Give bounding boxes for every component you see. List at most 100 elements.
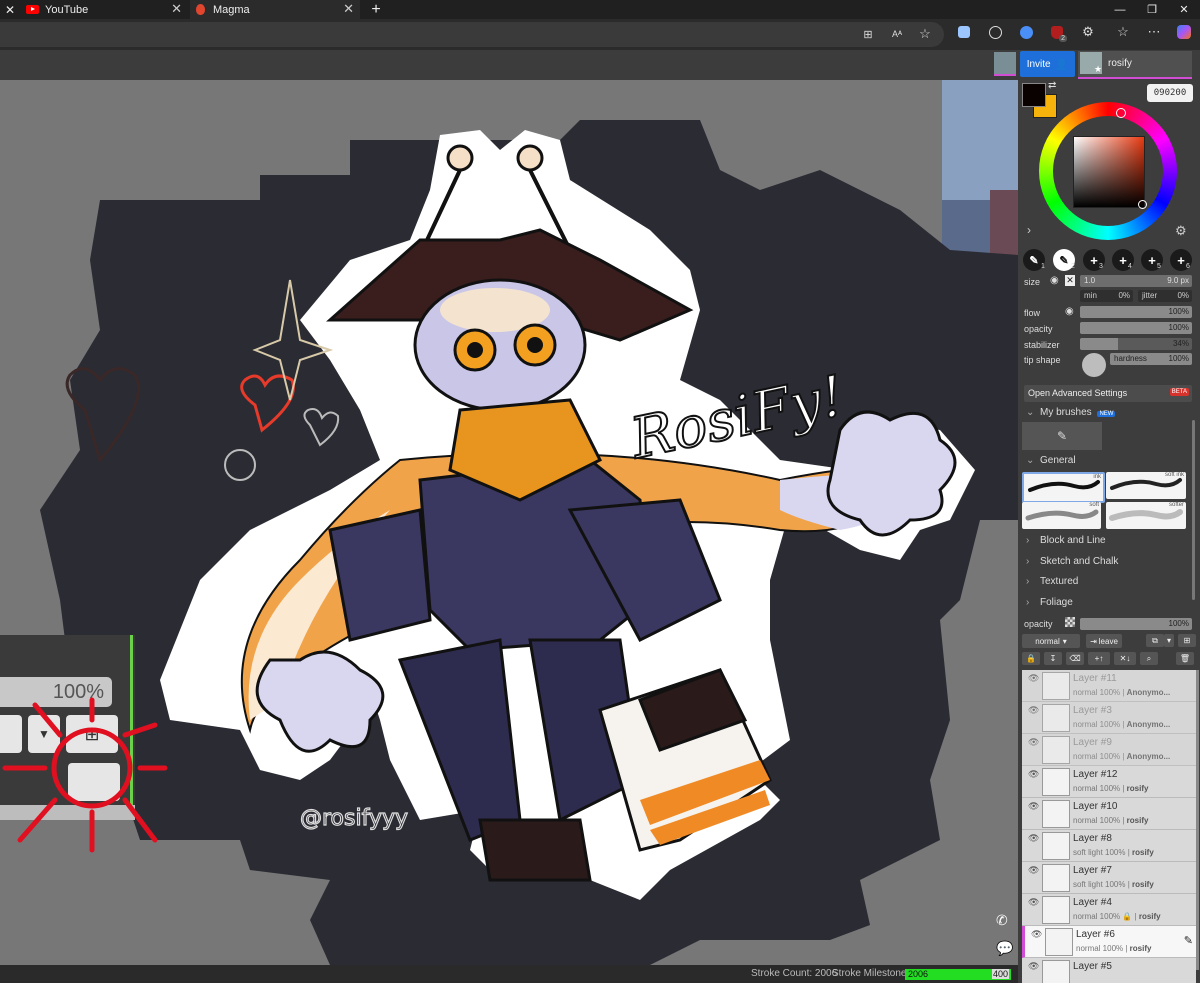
layer-toolbar: 🔒 ↧ ⌫ +↑ ✕↓ ⌕ 🗑 [1022,652,1194,666]
category-sketch-and-chalk[interactable]: › Sketch and Chalk [1026,556,1118,567]
size-toggle-icon[interactable]: ✕ [1065,275,1075,286]
layer-search-button[interactable]: ⌕ [1140,652,1158,665]
copilot-icon[interactable] [1174,22,1194,42]
visibility-eye-icon[interactable]: 👁 [1028,737,1039,748]
layer-row[interactable]: 👁 Layer #4 normal 100% 🔒 | rosify [1022,894,1196,926]
swap-colors-icon[interactable]: ⇄ [1048,80,1056,91]
layer-opacity-slider[interactable]: 100% [1080,618,1192,630]
duplicate-layer-button[interactable]: ⧉ [1146,634,1164,647]
tab-close-icon[interactable]: ✕ [343,1,354,17]
advanced-settings-button[interactable]: Open Advanced Settings BETA [1024,385,1192,402]
more-menu-icon[interactable]: ⋯ [1144,22,1164,42]
custom-brush-tile[interactable]: ✎ [1022,422,1102,450]
duplicate-menu-button[interactable]: ▾ [1164,634,1174,647]
visibility-eye-icon[interactable]: 👁 [1028,769,1039,780]
layer-row[interactable]: 👁 Layer #7 soft light 100% | rosify [1022,862,1196,894]
maximize-button[interactable]: ❐ [1140,0,1164,19]
sv-handle[interactable] [1138,200,1147,209]
favorite-star-icon[interactable]: ☆ [915,24,935,44]
brush-preset-soft-ink[interactable]: soft ink [1106,472,1186,499]
visibility-eye-icon[interactable]: 👁 [1028,801,1039,812]
new-tab-button[interactable]: + [366,0,386,19]
clear-layer-button[interactable]: ⌫ [1066,652,1084,665]
split-screen-icon[interactable]: ⊞ [858,24,878,44]
layer-row[interactable]: 👁 Layer #5 [1022,958,1196,983]
hardness-slider[interactable]: hardness 100% [1110,353,1192,365]
jitter-slider[interactable]: jitter 0% [1138,290,1192,302]
saturation-value-square[interactable] [1073,136,1145,208]
layer-row[interactable]: 👁 Layer #9 normal 100% | Anonymo... [1022,734,1196,766]
layer-meta: normal 100% | rosify [1076,944,1152,953]
extension-icon-ublock[interactable]: 2 [1047,22,1067,42]
brush-preset-soft[interactable]: soft [1022,502,1101,529]
layer-list-scrollbar[interactable] [1196,670,1199,970]
brush-preset-ink[interactable]: ink [1022,472,1105,503]
url-field[interactable]: ⊞ Aᴬ ☆ [0,22,944,47]
close-icon[interactable]: ✕ [5,3,15,17]
extension-icon-r[interactable] [954,22,974,42]
edit-layer-pencil-icon[interactable]: ✎ [1184,934,1193,947]
hex-input[interactable]: 090200 [1147,84,1193,102]
move-down-button[interactable]: ✕↓ [1114,652,1136,665]
layer-row[interactable]: 👁 Layer #10 normal 100% | rosify [1022,798,1196,830]
layer-row[interactable]: 👁 Layer #8 soft light 100% | rosify [1022,830,1196,862]
tab-close-partial[interactable]: ✕ [0,0,20,19]
brush-library-scrollbar[interactable] [1192,420,1195,600]
visibility-eye-icon[interactable]: 👁 [1028,961,1039,972]
layer-row[interactable]: 👁 Layer #6 normal 100% | rosify ✎ [1022,926,1196,958]
invite-button[interactable]: Invite 👤 [1020,51,1075,77]
visibility-eye-icon[interactable]: 👁 [1028,833,1039,844]
extension-icon-blue[interactable] [1016,22,1036,42]
viewer-avatar[interactable] [994,52,1016,76]
tab-magma[interactable]: Magma ✕ [190,0,360,19]
pressure-icon[interactable]: ◉ [1050,275,1059,286]
user-badge[interactable]: ★ rosify [1078,51,1192,79]
lock-layer-button[interactable]: 🔒 [1022,652,1040,665]
layer-row[interactable]: 👁 Layer #12 normal 100% | rosify [1022,766,1196,798]
visibility-eye-icon[interactable]: 👁 [1028,673,1039,684]
expand-palette-icon[interactable]: › [1027,223,1031,237]
leave-button[interactable]: ⇥ leave [1086,634,1122,648]
tab-youtube[interactable]: YouTube ✕ [22,0,188,19]
category-textured[interactable]: › Textured [1026,576,1078,587]
beta-badge: BETA [1169,388,1189,396]
move-up-button[interactable]: +↑ [1088,652,1110,665]
category-foliage[interactable]: › Foliage [1026,597,1073,608]
add-layer-button[interactable]: ⊞ [1178,634,1196,647]
delete-layer-button[interactable]: 🗑 [1176,652,1194,665]
category-block-and-line[interactable]: › Block and Line [1026,535,1106,546]
layer-row[interactable]: 👁 Layer #3 normal 100% | Anonymo... [1022,702,1196,734]
favorites-icon[interactable]: ☆ [1113,22,1133,42]
brush-preset-softer[interactable]: softer [1106,502,1186,529]
tip-shape-preview[interactable] [1082,353,1106,377]
my-brushes-header[interactable]: ⌄ My brushes NEW [1026,407,1116,418]
stabilizer-slider[interactable]: 34% [1080,338,1192,350]
tab-close-icon[interactable]: ✕ [171,1,182,17]
minimize-button[interactable]: — [1108,0,1132,19]
layer-name: Layer #3 [1073,705,1112,716]
extension-icon-info[interactable] [985,22,1005,42]
visibility-eye-icon[interactable]: 👁 [1031,929,1042,940]
layer-row[interactable]: 👁 Layer #11 normal 100% | Anonymo... [1022,670,1196,702]
hue-handle[interactable] [1116,108,1126,118]
general-header[interactable]: ⌄ General [1026,455,1076,466]
transparency-lock-icon[interactable] [1065,617,1075,627]
chat-icon[interactable]: 💬 [996,940,1013,957]
drawing-canvas[interactable]: RosiFy! @rosifyyy 100% ▼ ⊞ ✆ 💬 [0,80,1018,965]
visibility-eye-icon[interactable]: 👁 [1028,865,1039,876]
min-slider[interactable]: min 0% [1080,290,1133,302]
merge-down-button[interactable]: ↧ [1044,652,1062,665]
primary-color-swatch[interactable] [1022,83,1046,107]
size-slider[interactable]: 1.0 9.0 px [1080,275,1192,287]
color-settings-gear-icon[interactable]: ⚙ [1175,223,1187,239]
opacity-slider[interactable]: 100% [1080,322,1192,334]
voice-call-icon[interactable]: ✆ [996,912,1008,929]
visibility-eye-icon[interactable]: 👁 [1028,705,1039,716]
blend-mode-select[interactable]: normal ▾ [1022,634,1080,648]
extensions-puzzle-icon[interactable]: ⚙ [1078,22,1098,42]
close-window-button[interactable]: ✕ [1172,0,1196,19]
flow-slider[interactable]: 100% [1080,306,1192,318]
read-aloud-icon[interactable]: Aᴬ [887,24,907,44]
visibility-eye-icon[interactable]: 👁 [1028,897,1039,908]
flow-pressure-icon[interactable]: ◉ [1065,306,1074,317]
